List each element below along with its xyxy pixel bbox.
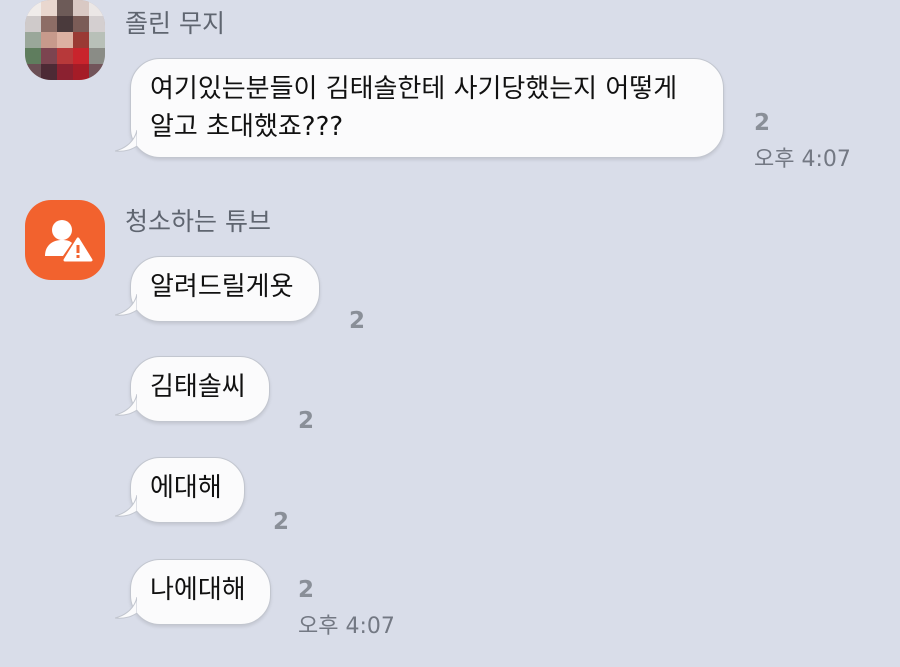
message-bubble[interactable]: 김태솔씨	[115, 356, 270, 422]
avatar-cheongso-tube[interactable]	[25, 200, 105, 280]
message-time: 오후 4:07	[754, 147, 851, 172]
message-text: 에대해	[150, 473, 222, 503]
bubble-tail	[115, 394, 137, 416]
message-bubble[interactable]: 나에대해	[115, 559, 271, 625]
bubble-tail	[115, 597, 137, 619]
unread-count: 2	[349, 308, 366, 334]
bubble-tail	[115, 130, 137, 152]
unread-count: 2	[273, 509, 290, 535]
message-bubble[interactable]: 에대해	[115, 457, 245, 523]
sender-name: 청소하는 튜브	[125, 207, 271, 236]
unread-count: 2	[298, 577, 315, 603]
bubble-tail	[115, 495, 137, 517]
message-time: 오후 4:07	[298, 614, 395, 639]
message-text: 나에대해	[150, 575, 246, 605]
unread-count: 2	[754, 110, 771, 136]
user-warning-icon	[45, 220, 93, 262]
message-bubble[interactable]: 알려드릴게욧	[115, 256, 320, 322]
bubble-tail	[115, 294, 137, 316]
message-text-line: 알고 초대했죠???	[150, 112, 344, 142]
avatar-zollin-muzi[interactable]	[25, 0, 105, 80]
message-bubble[interactable]: 여기있는분들이 김태솔한테 사기당했는지 어떻게 알고 초대했죠???	[115, 58, 724, 158]
unread-count: 2	[298, 408, 315, 434]
message-text: 알려드릴게욧	[150, 272, 294, 302]
message-text: 김태솔씨	[150, 372, 246, 402]
message-text-line: 여기있는분들이 김태솔한테 사기당했는지 어떻게	[150, 74, 678, 104]
sender-name: 졸린 무지	[125, 9, 225, 38]
